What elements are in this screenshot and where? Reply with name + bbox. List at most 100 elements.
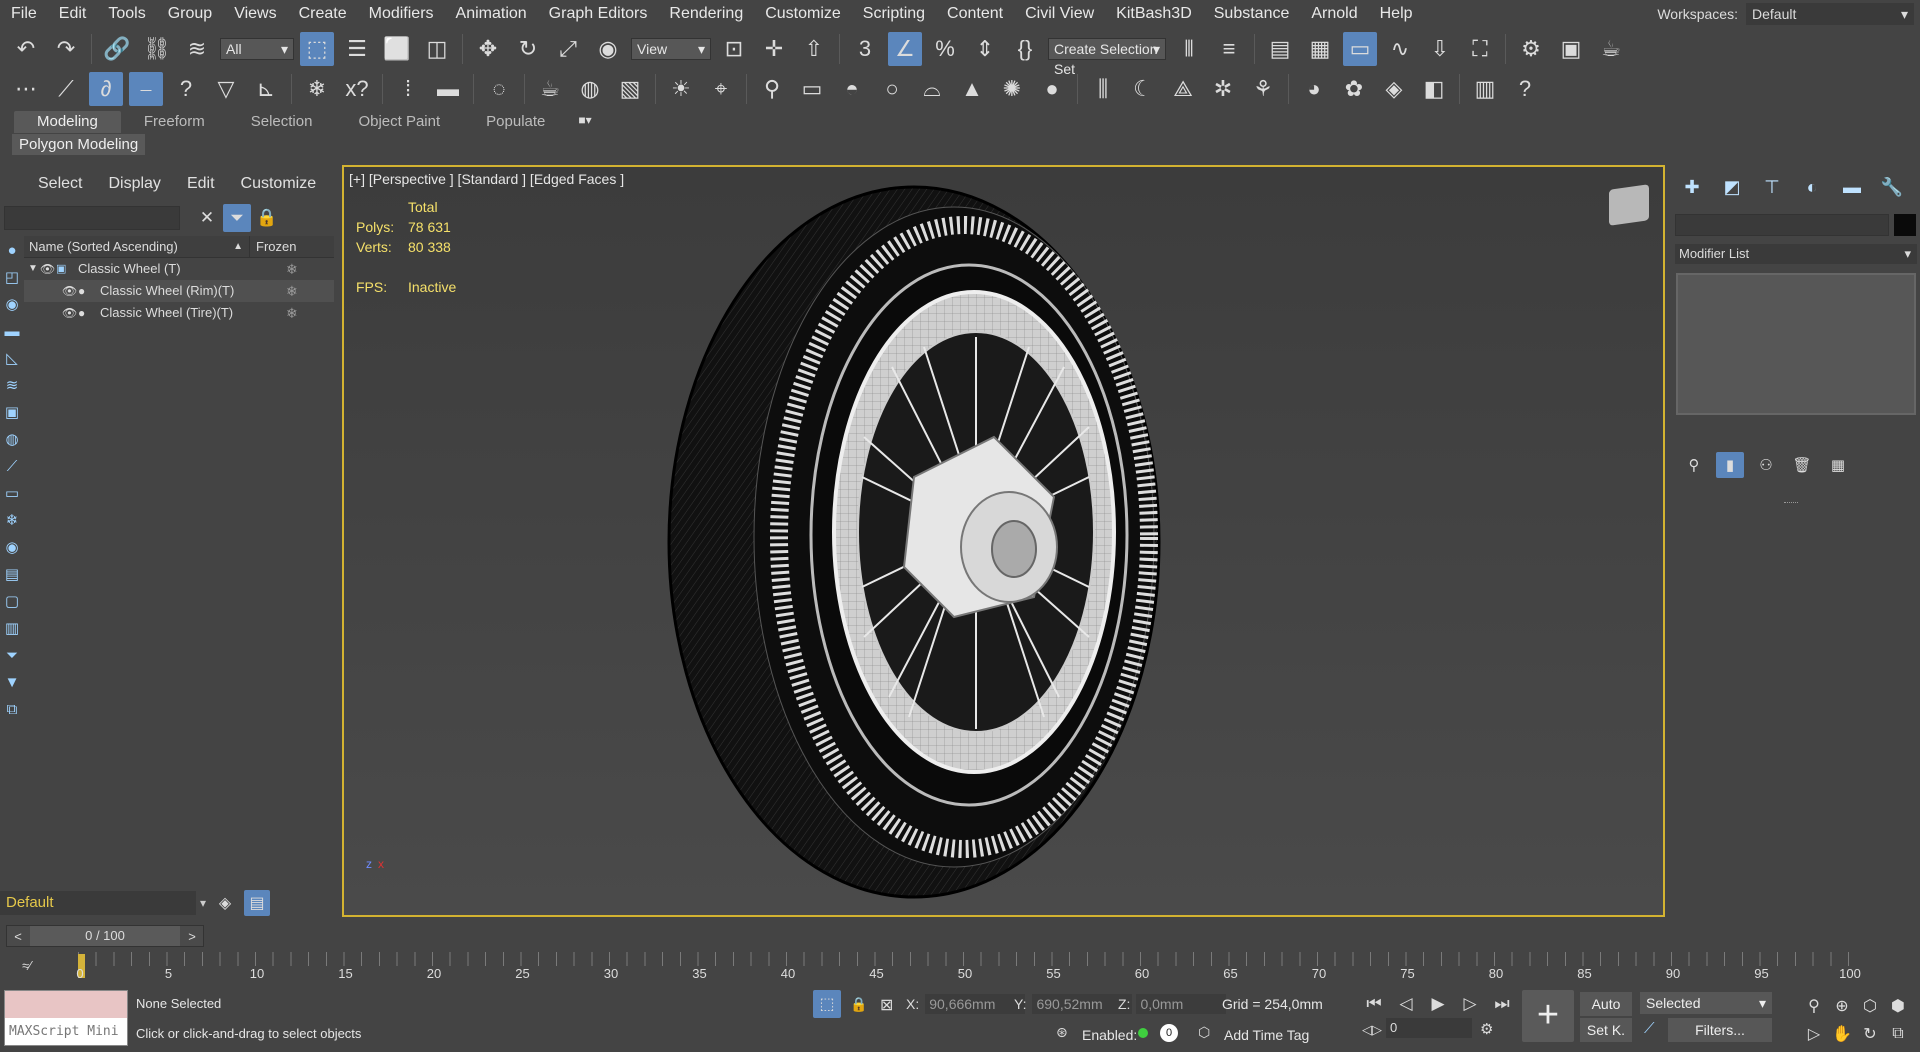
- material-editor-icon[interactable]: ▧: [613, 72, 647, 106]
- time-configuration-icon[interactable]: ⚙: [1480, 1020, 1493, 1038]
- menu-edit[interactable]: Edit: [48, 0, 98, 28]
- viewport-label[interactable]: [+] [Perspective ] [Standard ] [Edged Fa…: [349, 171, 624, 187]
- zoom-icon[interactable]: ⚲: [1802, 994, 1826, 1018]
- create-tab-icon[interactable]: ✚: [1674, 172, 1710, 202]
- perspective-viewport[interactable]: [+] [Perspective ] [Standard ] [Edged Fa…: [342, 165, 1665, 917]
- array-icon[interactable]: ⁞: [391, 72, 425, 106]
- time-tag-icon[interactable]: ⬡: [1198, 1024, 1210, 1041]
- explorer-menu-display[interactable]: Display: [108, 175, 160, 193]
- menu-content[interactable]: Content: [936, 0, 1014, 28]
- filter-geometry-icon[interactable]: ●: [1, 240, 23, 262]
- maximize-viewport-icon[interactable]: ⧉: [1886, 1022, 1910, 1046]
- timeline-ticks[interactable]: [78, 952, 1860, 966]
- window-crossing-icon[interactable]: ◫: [420, 32, 454, 66]
- menu-create[interactable]: Create: [288, 0, 358, 28]
- snap-edge-icon[interactable]: ⎯: [129, 72, 163, 106]
- dome-icon[interactable]: ◓: [835, 72, 869, 106]
- reference-coordinate-select[interactable]: View: [631, 38, 711, 60]
- render-setup-icon[interactable]: ⚙: [1514, 32, 1548, 66]
- scene-explorer-toggle-icon[interactable]: ▤: [1263, 32, 1297, 66]
- next-frame-icon[interactable]: >: [181, 929, 203, 944]
- tree-row[interactable]: ▼ 👁 ▣ Classic Wheel (T) ❄: [24, 258, 334, 280]
- time-slider[interactable]: < 0 / 100 >: [6, 925, 204, 947]
- physical-camera-icon[interactable]: ⚲: [755, 72, 789, 106]
- rectangular-selection-icon[interactable]: ⬜: [380, 32, 414, 66]
- zoom-extents-icon[interactable]: ⬡: [1858, 994, 1882, 1018]
- moon-icon[interactable]: ☾: [1126, 72, 1160, 106]
- menu-group[interactable]: Group: [157, 0, 223, 28]
- menu-animation[interactable]: Animation: [445, 0, 538, 28]
- xform-icon[interactable]: x?: [340, 72, 374, 106]
- camera-icon[interactable]: ⌖: [704, 72, 738, 106]
- spinner-snap-icon[interactable]: ⇕: [968, 32, 1002, 66]
- filter-shapes-icon[interactable]: ◰: [1, 267, 23, 289]
- filter-funnel-alt-icon[interactable]: ▼: [1, 672, 23, 694]
- undo-icon[interactable]: ↶: [9, 32, 43, 66]
- selection-lock-icon[interactable]: 🔒: [850, 996, 867, 1013]
- place-icon[interactable]: ◉: [591, 32, 625, 66]
- go-to-end-icon[interactable]: ⏭: [1488, 990, 1516, 1018]
- scale-icon[interactable]: ⤢: [551, 32, 585, 66]
- tab-object-paint[interactable]: Object Paint: [335, 111, 463, 133]
- blue-sphere-icon[interactable]: ◕: [1297, 72, 1331, 106]
- next-frame-button-icon[interactable]: ▷: [1456, 990, 1484, 1018]
- pyramid-icon[interactable]: ⟁: [1166, 72, 1200, 106]
- sort-layers-icon[interactable]: ▤: [244, 890, 270, 916]
- angle-snap-icon[interactable]: ∠: [888, 32, 922, 66]
- menu-views[interactable]: Views: [223, 0, 287, 28]
- sun-icon[interactable]: ✺: [995, 72, 1029, 106]
- selection-filter-select[interactable]: All: [220, 38, 294, 60]
- select-by-name-icon[interactable]: ☰: [340, 32, 374, 66]
- ribbon-options-icon[interactable]: ■▾: [578, 113, 608, 131]
- maxscript-output[interactable]: [5, 991, 127, 1018]
- arnold-icon[interactable]: ◧: [1417, 72, 1451, 106]
- show-end-result-icon[interactable]: ▮: [1716, 452, 1744, 478]
- menu-customize[interactable]: Customize: [754, 0, 852, 28]
- rotate-icon[interactable]: ↻: [511, 32, 545, 66]
- filter-xrefs-icon[interactable]: ◍: [1, 429, 23, 451]
- filter-spacewarps-icon[interactable]: ≋: [1, 375, 23, 397]
- layers-icon[interactable]: ◈: [212, 890, 238, 916]
- cone-icon[interactable]: ▲: [955, 72, 989, 106]
- display-tab-icon[interactable]: ▬: [1834, 172, 1870, 202]
- menu-arnold[interactable]: Arnold: [1300, 0, 1368, 28]
- sphere-light-icon[interactable]: ○: [875, 72, 909, 106]
- previous-frame-button-icon[interactable]: ◁: [1392, 990, 1420, 1018]
- explorer-search-input[interactable]: [4, 206, 180, 230]
- menu-scripting[interactable]: Scripting: [852, 0, 936, 28]
- menu-file[interactable]: File: [0, 0, 48, 28]
- snowflake-icon[interactable]: ❄: [300, 72, 334, 106]
- orbit-icon[interactable]: ↻: [1858, 1022, 1882, 1046]
- pivot-center-icon[interactable]: ⊡: [717, 32, 751, 66]
- sphere-icon[interactable]: ●: [1035, 72, 1069, 106]
- key-mode-icon[interactable]: ◁▷: [1362, 1022, 1382, 1038]
- redo-icon[interactable]: ↷: [49, 32, 83, 66]
- auto-key-button[interactable]: Auto: [1580, 992, 1632, 1016]
- tree-row[interactable]: 👁 ● Classic Wheel (Rim)(T) ❄: [24, 280, 334, 302]
- current-layer-select[interactable]: Default: [0, 891, 206, 915]
- filter-containers-icon[interactable]: ▭: [1, 483, 23, 505]
- selection-count-badge[interactable]: 0: [1160, 1024, 1178, 1042]
- curve-editor-icon[interactable]: ∿: [1383, 32, 1417, 66]
- display-influences-icon[interactable]: ▥: [1, 618, 23, 640]
- percent-snap-icon[interactable]: %: [928, 32, 962, 66]
- display-references-icon[interactable]: ▢: [1, 591, 23, 613]
- tab-modeling[interactable]: Modeling: [14, 111, 121, 133]
- menu-tools[interactable]: Tools: [97, 0, 156, 28]
- snap-perpendicular-icon[interactable]: ⊾: [249, 72, 283, 106]
- basket-icon[interactable]: ⌓: [915, 72, 949, 106]
- utilities-tab-icon[interactable]: 🔧: [1874, 172, 1910, 202]
- link-icon[interactable]: 🔗: [100, 32, 134, 66]
- isolate-selection-icon[interactable]: ⬚: [813, 990, 841, 1018]
- tree-row[interactable]: 👁 ● Classic Wheel (Tire)(T) ❄: [24, 302, 334, 324]
- dope-sheet-icon[interactable]: ⇩: [1423, 32, 1457, 66]
- key-filter-select[interactable]: Selected: [1640, 992, 1772, 1014]
- menu-kitbash3d[interactable]: KitBash3D: [1105, 0, 1203, 28]
- align-icon[interactable]: ≡: [1212, 32, 1246, 66]
- bind-space-warp-icon[interactable]: ≋: [180, 32, 214, 66]
- render-production-icon[interactable]: ☕: [1594, 32, 1628, 66]
- wheel-model[interactable]: [664, 177, 1184, 907]
- visibility-eye-icon[interactable]: 👁: [62, 302, 77, 324]
- zoom-all-icon[interactable]: ⊕: [1830, 994, 1854, 1018]
- explorer-menu-select[interactable]: Select: [38, 175, 82, 193]
